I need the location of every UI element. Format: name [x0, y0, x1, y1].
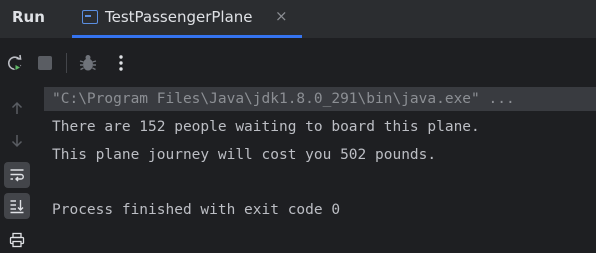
output-line: This plane journey will cost you 502 pou…	[52, 147, 437, 163]
print-icon[interactable]	[4, 227, 30, 253]
run-panel-title: Run	[12, 8, 45, 26]
output-line: There are 152 people waiting to board th…	[52, 119, 480, 135]
run-toolbar	[0, 39, 596, 85]
console-gutter	[0, 85, 34, 253]
rerun-icon[interactable]	[4, 52, 26, 74]
debug-icon[interactable]	[77, 52, 99, 74]
process-exit-line: Process finished with exit code 0	[52, 202, 341, 218]
arrow-down-icon[interactable]	[4, 128, 30, 154]
run-tab-bar: Run TestPassengerPlane ×	[0, 0, 596, 39]
soft-wrap-icon[interactable]	[4, 162, 30, 188]
arrow-up-icon[interactable]	[4, 95, 30, 121]
java-class-icon	[82, 10, 98, 24]
active-tab-indicator	[72, 35, 302, 38]
more-icon[interactable]	[110, 52, 132, 74]
run-tool-window: Run TestPassengerPlane × "C:\Program Fil…	[0, 0, 596, 253]
stop-icon[interactable]	[34, 52, 56, 74]
toolbar-separator	[66, 53, 67, 73]
console-output[interactable]: "C:\Program Files\Java\jdk1.8.0_291\bin\…	[44, 85, 596, 253]
tab-test-passenger-plane[interactable]: TestPassengerPlane ×	[72, 0, 302, 38]
command-line[interactable]: "C:\Program Files\Java\jdk1.8.0_291\bin\…	[44, 87, 596, 111]
scroll-to-end-icon[interactable]	[4, 193, 30, 219]
tab-label: TestPassengerPlane	[105, 8, 253, 26]
close-icon[interactable]: ×	[275, 7, 288, 25]
